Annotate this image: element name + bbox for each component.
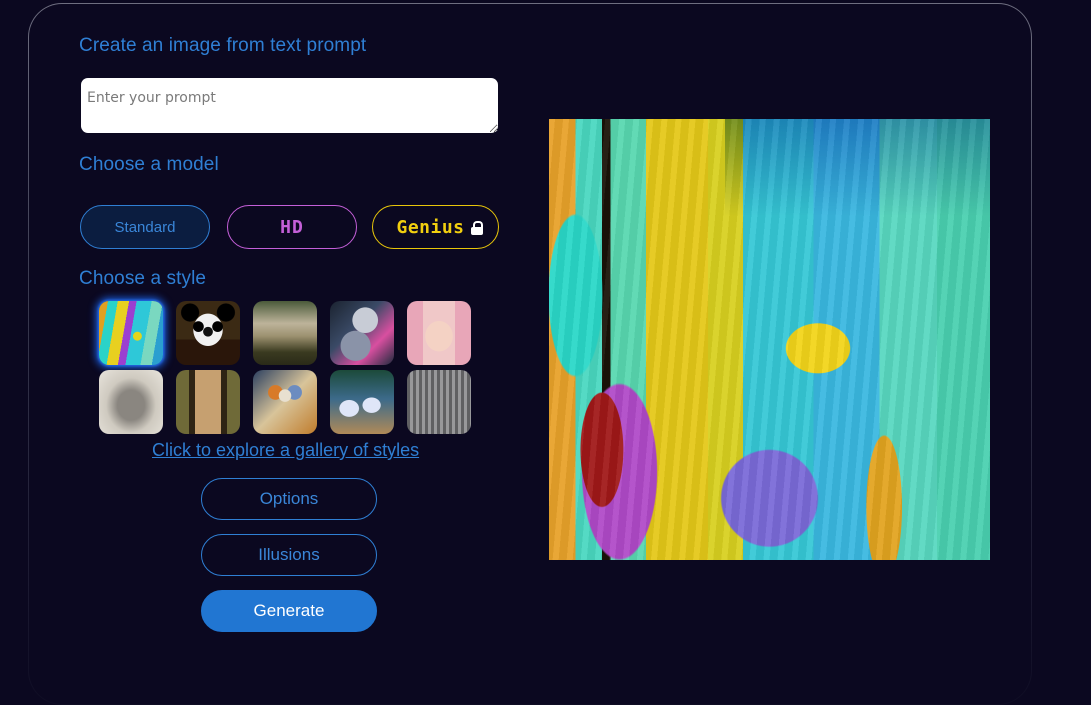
style-thumb-abstract-painting[interactable] [99,301,163,365]
model-heading: Choose a model [79,154,219,175]
model-genius-label: Genius [396,216,465,238]
style-thumb-anime-girl[interactable] [407,301,471,365]
illusions-button[interactable]: Illusions [201,534,377,576]
style-thumb-panda[interactable] [176,301,240,365]
style-thumb-city-etching[interactable] [407,370,471,434]
style-thumb-vintage-car-sketch[interactable] [99,370,163,434]
generated-image [549,119,990,560]
lock-icon [470,221,483,235]
model-genius-button[interactable]: Genius [372,205,499,249]
style-thumb-flower-vase[interactable] [253,370,317,434]
style-thumb-cyberpunk-robot[interactable] [330,301,394,365]
illusions-label: Illusions [258,545,320,564]
style-thumb-ballet-dancers[interactable] [330,370,394,434]
gallery-link[interactable]: Click to explore a gallery of styles [152,440,419,461]
style-heading: Choose a style [79,268,207,289]
style-grid [99,301,474,434]
style-thumb-misty-landscape[interactable] [253,301,317,365]
options-button[interactable]: Options [201,478,377,520]
generate-label: Generate [253,601,325,620]
model-hd-button[interactable]: HD [227,205,357,249]
generate-button[interactable]: Generate [201,590,377,632]
model-standard-label: Standard [114,218,176,236]
model-hd-label: HD [280,216,304,238]
options-label: Options [259,489,319,508]
model-standard-button[interactable]: Standard [80,205,210,249]
prompt-input[interactable] [81,78,498,133]
create-heading: Create an image from text prompt [79,35,367,56]
style-thumb-renaissance-portrait[interactable] [176,370,240,434]
